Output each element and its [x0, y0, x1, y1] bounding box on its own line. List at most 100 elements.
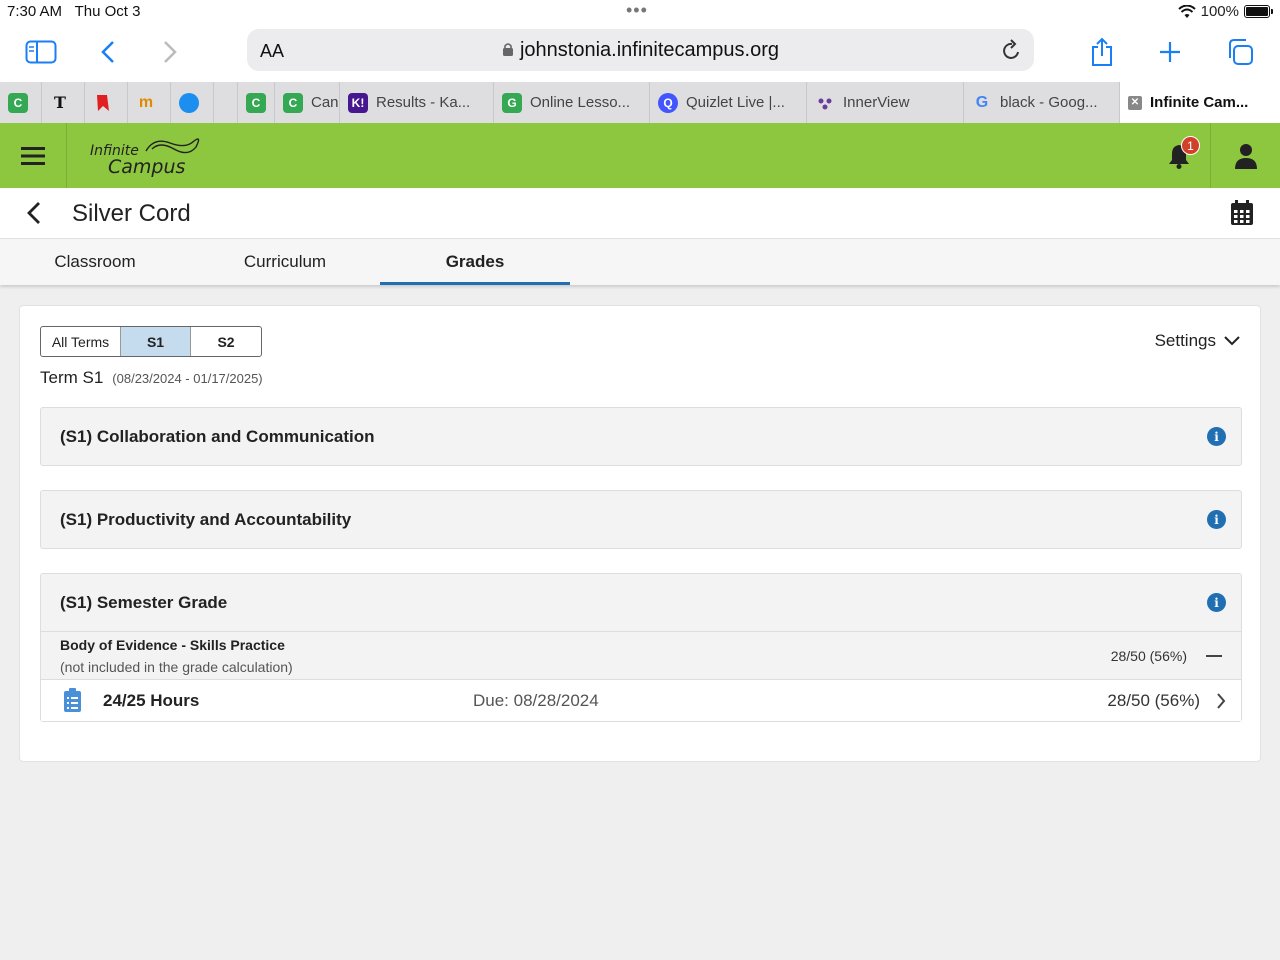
info-icon[interactable]: i — [1207, 427, 1226, 446]
browser-tab[interactable]: T — [42, 82, 85, 123]
assignment-score: 28/50 (56%) — [1107, 691, 1200, 710]
google-favicon-icon: G — [975, 93, 989, 111]
collapse-icon[interactable] — [1206, 655, 1222, 657]
calendar-icon[interactable] — [1230, 200, 1254, 226]
grade-section-title: (S1) Productivity and Accountability — [60, 509, 352, 529]
g-favicon-icon: G — [502, 92, 522, 113]
term-heading: Term S1 (08/23/2024 - 01/17/2025) — [40, 368, 263, 388]
browser-tab-active[interactable]: ✕ Infinite Cam... — [1120, 82, 1280, 123]
user-menu-button[interactable] — [1212, 123, 1280, 188]
forward-icon[interactable] — [150, 34, 190, 70]
tab-label: Can — [311, 94, 339, 111]
tab-label: Quizlet Live |... — [686, 94, 785, 111]
grade-section-header[interactable]: (S1) Semester Grade i — [41, 574, 1241, 631]
settings-dropdown[interactable]: Settings — [1155, 331, 1240, 351]
blue-circle-favicon-icon — [179, 92, 199, 113]
classroom-favicon-icon: C — [283, 92, 303, 113]
browser-tab[interactable] — [171, 82, 214, 123]
grade-section[interactable]: (S1) Collaboration and Communication i — [40, 407, 1242, 466]
browser-tab[interactable]: Q Quizlet Live |... — [650, 82, 807, 123]
address-bar[interactable]: AA johnstonia.infinitecampus.org — [247, 29, 1034, 71]
clipboard-icon — [64, 688, 81, 712]
term-range: (08/23/2024 - 01/17/2025) — [112, 371, 263, 386]
url-text: johnstonia.infinitecampus.org — [519, 39, 780, 61]
term-filter: All Terms S1 S2 — [40, 326, 262, 357]
battery-icon — [1244, 5, 1273, 18]
grade-section-semester: (S1) Semester Grade i Body of Evidence -… — [40, 573, 1242, 722]
term-label: Term S1 — [40, 368, 104, 387]
browser-tab[interactable]: G Online Lesso... — [494, 82, 650, 123]
lock-icon — [502, 43, 513, 56]
url-field[interactable]: johnstonia.infinitecampus.org — [247, 39, 1034, 62]
category-name: Body of Evidence - Skills Practice — [60, 637, 285, 653]
section-tabs: Classroom Curriculum Grades — [0, 239, 1280, 285]
tab-grades[interactable]: Grades — [380, 239, 570, 285]
category-note: (not included in the grade calculation) — [60, 659, 293, 675]
info-icon[interactable]: i — [1207, 510, 1226, 529]
kahoot-favicon-icon: K! — [348, 92, 368, 113]
page-title-bar: Silver Cord — [0, 188, 1280, 239]
chevron-down-icon — [1224, 336, 1240, 346]
status-right: 100% — [1177, 3, 1273, 20]
logo-line2: Campus — [108, 156, 186, 178]
browser-tab[interactable] — [85, 82, 128, 123]
tab-label: black - Goog... — [1000, 94, 1098, 111]
battery-percent: 100% — [1200, 3, 1239, 20]
reload-icon[interactable] — [1002, 39, 1022, 61]
assignment-name: 24/25 Hours — [103, 691, 200, 710]
browser-tab[interactable]: K! Results - Ka... — [340, 82, 494, 123]
settings-label: Settings — [1154, 331, 1216, 350]
grades-card: All Terms S1 S2 Settings Term S1 (08/23/2… — [19, 305, 1261, 762]
tab-classroom[interactable]: Classroom — [0, 239, 190, 285]
browser-toolbar: AA johnstonia.infinitecampus.org — [0, 24, 1280, 82]
tab-overview-icon[interactable] — [1220, 34, 1260, 70]
assignment-due-date: Due: 08/28/2024 — [473, 691, 599, 710]
term-filter-all[interactable]: All Terms — [41, 327, 121, 356]
classroom-favicon-icon: C — [246, 92, 266, 113]
assignment-row[interactable]: 24/25 Hours Due: 08/28/2024 28/50 (56%) — [41, 679, 1241, 721]
grade-section-header[interactable]: (S1) Productivity and Accountability i — [41, 491, 1241, 548]
multitasking-dots[interactable]: ••• — [626, 0, 648, 21]
status-bar: 7:30 AM Thu Oct 3 ••• 100% — [0, 0, 1280, 24]
browser-tab-strip: C T m C C Can K! Results - Ka... G Online L… — [0, 82, 1280, 123]
browser-tab[interactable]: C — [238, 82, 275, 123]
browser-tab[interactable]: Gblack - Goog... — [964, 82, 1120, 123]
info-icon[interactable]: i — [1207, 593, 1226, 612]
share-icon[interactable] — [1082, 34, 1122, 70]
status-time: 7:30 AM Thu Oct 3 — [7, 3, 141, 20]
sidebar-icon[interactable] — [21, 34, 61, 70]
tab-label: Results - Ka... — [376, 94, 471, 111]
nyt-favicon-icon: T — [54, 93, 66, 112]
browser-tab[interactable]: C Can — [275, 82, 340, 123]
grade-section[interactable]: (S1) Productivity and Accountability i — [40, 490, 1242, 549]
tab-label: InnerView — [843, 94, 910, 111]
notifications-button[interactable]: 1 — [1147, 123, 1211, 188]
tab-curriculum[interactable]: Curriculum — [190, 239, 380, 285]
browser-tab[interactable] — [214, 82, 238, 123]
back-icon[interactable] — [88, 34, 128, 70]
back-arrow-icon[interactable] — [22, 200, 46, 226]
infinite-campus-logo[interactable]: Infinite Campus — [90, 133, 205, 179]
quizlet-favicon-icon: Q — [658, 92, 678, 113]
app-header: Infinite Campus 1 — [0, 123, 1280, 188]
browser-tab[interactable]: m — [128, 82, 171, 123]
term-filter-s2[interactable]: S2 — [191, 327, 261, 356]
grade-section-title: (S1) Semester Grade — [60, 592, 228, 612]
classroom-favicon-icon: C — [8, 92, 28, 113]
close-tab-icon[interactable]: ✕ — [1128, 95, 1142, 110]
tab-label: Online Lesso... — [530, 94, 631, 111]
grade-section-title: (S1) Collaboration and Communication — [60, 426, 375, 446]
browser-tab[interactable]: C — [0, 82, 42, 123]
wifi-icon — [1177, 4, 1196, 18]
notification-badge: 1 — [1181, 136, 1200, 155]
new-tab-icon[interactable] — [1150, 34, 1190, 70]
tab-label: Infinite Cam... — [1150, 94, 1249, 111]
browser-tab[interactable]: InnerView — [807, 82, 964, 123]
menu-icon[interactable] — [0, 123, 67, 188]
category-row[interactable]: Body of Evidence - Skills Practice (not … — [41, 631, 1241, 679]
m-favicon-icon: m — [138, 93, 154, 111]
category-score: 28/50 (56%) — [1110, 648, 1187, 664]
term-filter-s1[interactable]: S1 — [121, 327, 191, 356]
chevron-right-icon[interactable] — [1216, 693, 1226, 709]
grade-section-header[interactable]: (S1) Collaboration and Communication i — [41, 408, 1241, 465]
